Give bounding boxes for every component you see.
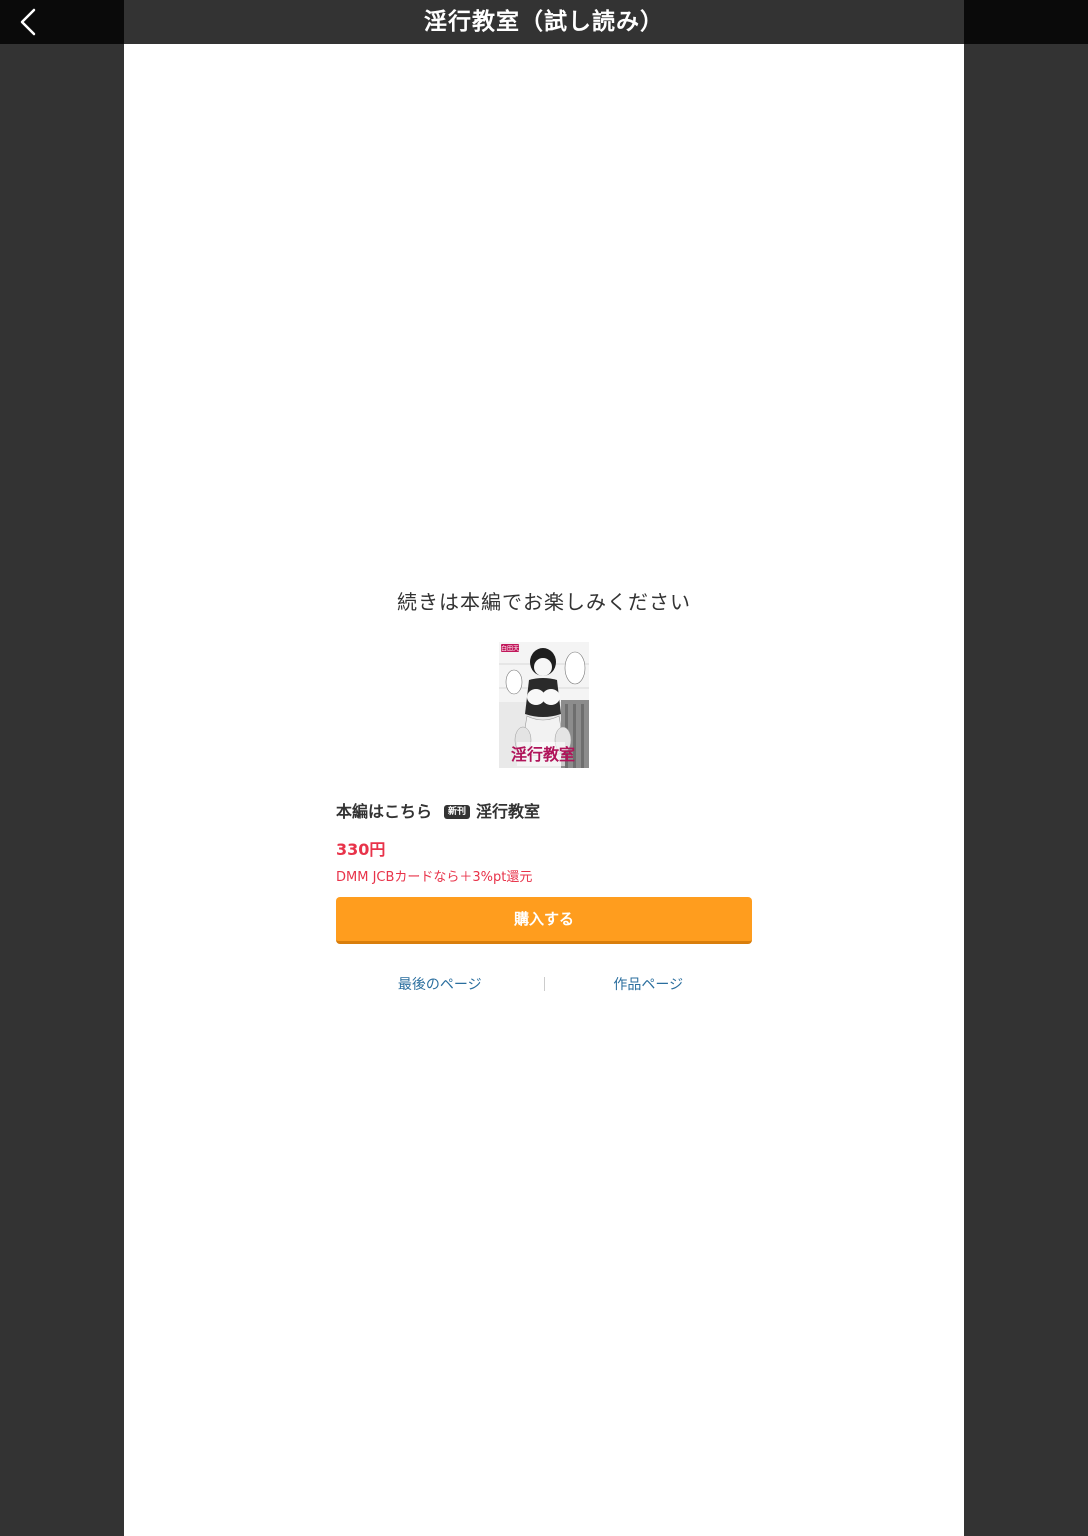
campaign-text: DMM JCBカードなら＋3%pt還元 <box>336 870 533 885</box>
last-page-link[interactable]: 最後のページ <box>336 974 544 994</box>
new-release-badge: 新刊 <box>444 805 471 819</box>
top-bar-left-area <box>0 0 124 44</box>
product-lead-label: 本編はこちら <box>336 802 433 821</box>
cover-publisher-label: 白田天 <box>501 645 519 653</box>
product-line: 本編はこちら 新刊 淫行教室 <box>336 800 752 824</box>
product-cover-image[interactable]: 白田天 淫行教室 <box>499 642 589 768</box>
product-price: 330円 <box>336 840 386 859</box>
product-info: 本編はこちら 新刊 淫行教室 330円 DMM JCBカードなら＋3%pt還元 … <box>336 800 752 944</box>
chevron-left-icon <box>20 8 36 36</box>
back-button[interactable] <box>12 4 48 40</box>
cover-illustration: 白田天 淫行教室 <box>499 642 589 768</box>
product-page-link[interactable]: 作品ページ <box>545 974 753 994</box>
footer-links: 最後のページ 作品ページ <box>336 972 752 996</box>
page-title: 淫行教室（試し読み） <box>424 9 664 35</box>
top-bar: 淫行教室（試し読み） <box>0 0 1088 44</box>
product-title-link[interactable]: 淫行教室 <box>476 800 540 824</box>
buy-button[interactable]: 購入する <box>336 897 752 944</box>
top-bar-right-area <box>964 0 1088 44</box>
continue-message: 続きは本編でお楽しみください <box>397 590 691 614</box>
reader-page: 続きは本編でお楽しみください 白田天 淫行教室 本編はこちら 新刊 淫行教室 3… <box>124 44 964 1536</box>
cover-title-text: 淫行教室 <box>511 745 575 764</box>
